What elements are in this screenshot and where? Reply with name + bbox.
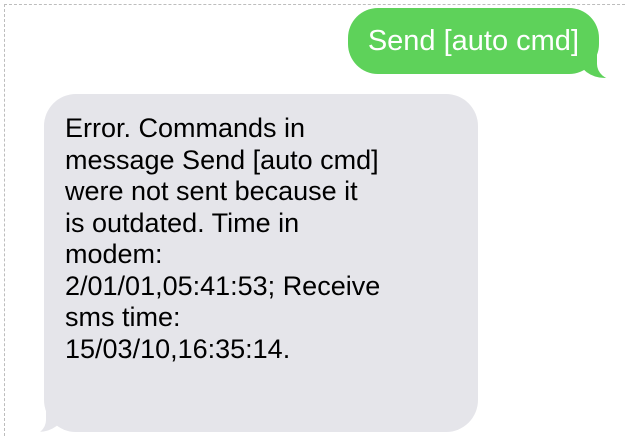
message-line: is outdated. Time in: [65, 207, 300, 238]
message-line: 2/01/01,05:41:53; Receive: [65, 270, 381, 301]
outgoing-message-bubble[interactable]: Send [auto cmd]: [347, 8, 599, 74]
message-line: were not sent because it: [65, 176, 358, 206]
message-thread: Send [auto cmd] Error. Commands in messa…: [0, 0, 625, 436]
message-line: modem:: [65, 239, 163, 269]
message-line: message Send [auto cmd]: [65, 144, 379, 175]
message-line: Error. Commands in: [65, 113, 306, 143]
incoming-message-bubble[interactable]: Error. Commands in message Send [auto cm…: [44, 94, 478, 432]
message-line: 15/03/10,16:35:14.: [65, 333, 291, 364]
message-line: sms time:: [65, 302, 181, 332]
